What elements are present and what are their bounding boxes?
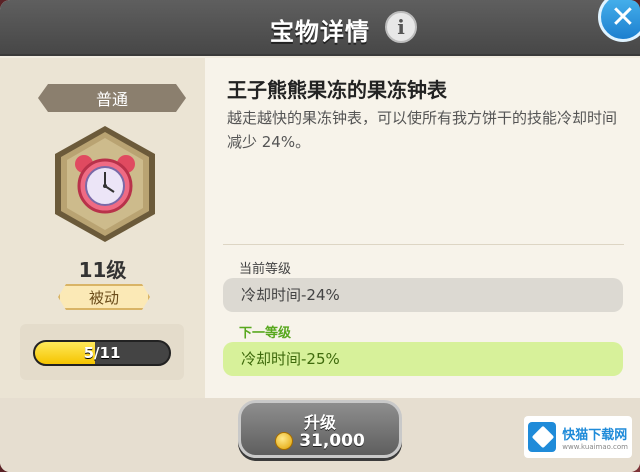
- coin-icon: [275, 432, 294, 450]
- watermark-name: 快猫下载网: [562, 427, 628, 443]
- treasure-description: 越走越快的果冻钟表，可以使所有我方饼干的技能冷却时间减少 24%。: [227, 109, 618, 151]
- treasure-details: 王子熊熊果冻的果冻钟表 越走越快的果冻钟表，可以使所有我方饼干的技能冷却时间减少…: [205, 58, 640, 398]
- upgrade-progress: 5/11: [20, 324, 184, 380]
- upgrade-label: 升级: [303, 413, 336, 432]
- treasure-summary: 普通 11级 被动 5/11: [0, 58, 205, 398]
- current-level-effect: 冷却时间-24%: [223, 278, 623, 312]
- current-level-label: 当前等级: [239, 262, 292, 277]
- watermark: 快猫下载网 www.kuaimao.com: [524, 416, 632, 458]
- next-level-label: 下一等级: [239, 326, 292, 341]
- watermark-logo-icon: [528, 422, 557, 452]
- upgrade-cost: 31,000: [241, 431, 399, 451]
- next-level-effect: 冷却时间-25%: [223, 342, 623, 376]
- treasure-detail-panel: 宝物详情 i 普通 11级 被动 5/11 王子熊熊果冻的果冻钟表 越走越快的果…: [0, 0, 640, 472]
- type-badge: 被动: [58, 284, 150, 310]
- progress-bar: 5/11: [33, 340, 171, 366]
- divider: [223, 244, 624, 245]
- treasure-level: 11级: [78, 258, 127, 282]
- panel-header: 宝物详情 i: [0, 0, 640, 56]
- watermark-url: www.kuaimao.com: [562, 442, 628, 451]
- info-icon[interactable]: i: [385, 11, 417, 43]
- rarity-badge: 普通: [38, 84, 186, 112]
- upgrade-button[interactable]: 升级 31,000: [238, 400, 402, 458]
- cost-amount: 31,000: [299, 431, 365, 451]
- jelly-clock-icon: [55, 126, 155, 242]
- progress-text: 5/11: [83, 344, 121, 362]
- treasure-name: 王子熊熊果冻的果冻钟表: [227, 78, 447, 102]
- page-title: 宝物详情: [270, 18, 370, 46]
